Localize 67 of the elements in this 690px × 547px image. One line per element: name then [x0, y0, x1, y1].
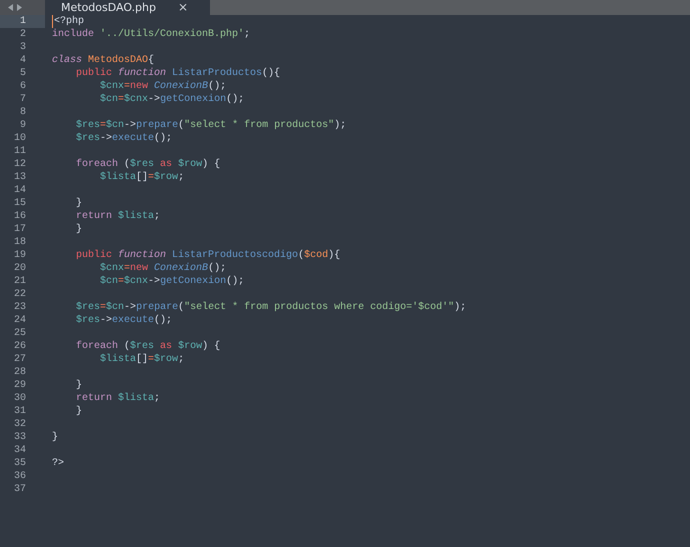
line-number: 23: [12, 301, 27, 314]
line-number: 8: [18, 106, 27, 119]
close-tab-button[interactable]: ×: [178, 0, 188, 15]
line-number: 10: [12, 132, 27, 145]
line-number: 31: [12, 405, 27, 418]
line-number: 29: [12, 379, 27, 392]
code-line: }: [75, 197, 82, 210]
code-line: public function ListarProductoscodigo($cod){: [75, 249, 340, 262]
line-number: 34: [12, 444, 27, 457]
line-number: 20: [12, 262, 27, 275]
line-number: 21: [12, 275, 27, 288]
line-number: 11: [12, 145, 27, 158]
line-number: 1: [0, 15, 45, 28]
code-line: $res=$cn->prepare("select * from productos");: [75, 119, 346, 132]
line-number: 7: [18, 93, 27, 106]
code-line: public function ListarProductos(){: [75, 67, 280, 80]
code-line: include '../Utils/ConexionB.php';: [51, 28, 250, 41]
code-line: <?php: [54, 15, 84, 28]
code-line: foreach ($res as $row) {: [75, 158, 220, 171]
line-number: 6: [18, 80, 27, 93]
code-line: $res->execute();: [75, 132, 172, 145]
line-number: 4: [18, 54, 27, 67]
line-number: 35: [12, 457, 27, 470]
line-number: 16: [12, 210, 27, 223]
line-number: 24: [12, 314, 27, 327]
code-line: $cn=$cnx->getConexion();: [99, 275, 244, 288]
code-line: return $lista;: [75, 392, 160, 405]
code-line: foreach ($res as $row) {: [75, 340, 220, 353]
line-number: 27: [12, 353, 27, 366]
code-line: $res->execute();: [75, 314, 172, 327]
line-number: 36: [12, 470, 27, 483]
line-number: 22: [12, 288, 27, 301]
code-line: }: [75, 223, 82, 236]
code-line: $cnx=new ConexionB();: [99, 262, 226, 275]
line-number: 3: [18, 41, 27, 54]
line-number: 13: [12, 171, 27, 184]
code-line: $cn=$cnx->getConexion();: [99, 93, 244, 106]
back-arrow-icon[interactable]: [8, 4, 13, 11]
code-line: ?>: [51, 457, 64, 470]
code-line: }: [75, 405, 82, 418]
code-line: }: [51, 431, 58, 444]
forward-arrow-icon[interactable]: [17, 4, 22, 11]
code-line: return $lista;: [75, 210, 160, 223]
file-tab[interactable]: MetodosDAO.php ×: [45, 0, 210, 15]
line-number: 32: [12, 418, 27, 431]
line-number: 26: [12, 340, 27, 353]
line-number: 18: [12, 236, 27, 249]
line-number: 33: [12, 431, 27, 444]
line-number: 30: [12, 392, 27, 405]
line-number: 14: [12, 184, 27, 197]
code-line: }: [75, 379, 82, 392]
line-number: 9: [18, 119, 27, 132]
code-line: $lista[]=$row;: [99, 171, 184, 184]
line-number: 15: [12, 197, 27, 210]
line-number: 17: [12, 223, 27, 236]
code-line: $lista[]=$row;: [99, 353, 184, 366]
line-number: 37: [12, 483, 27, 496]
code-line: class MetodosDAO{: [51, 54, 154, 67]
line-number: 25: [12, 327, 27, 340]
code-line: $cnx=new ConexionB();: [99, 80, 226, 93]
line-number: 28: [12, 366, 27, 379]
line-number: 2: [18, 28, 27, 41]
line-number: 19: [12, 249, 27, 262]
code-line: $res=$cn->prepare("select * from productos where codigo='$cod'");: [75, 301, 466, 314]
text-cursor: [52, 15, 53, 28]
line-number: 5: [18, 67, 27, 80]
line-number: 12: [12, 158, 27, 171]
